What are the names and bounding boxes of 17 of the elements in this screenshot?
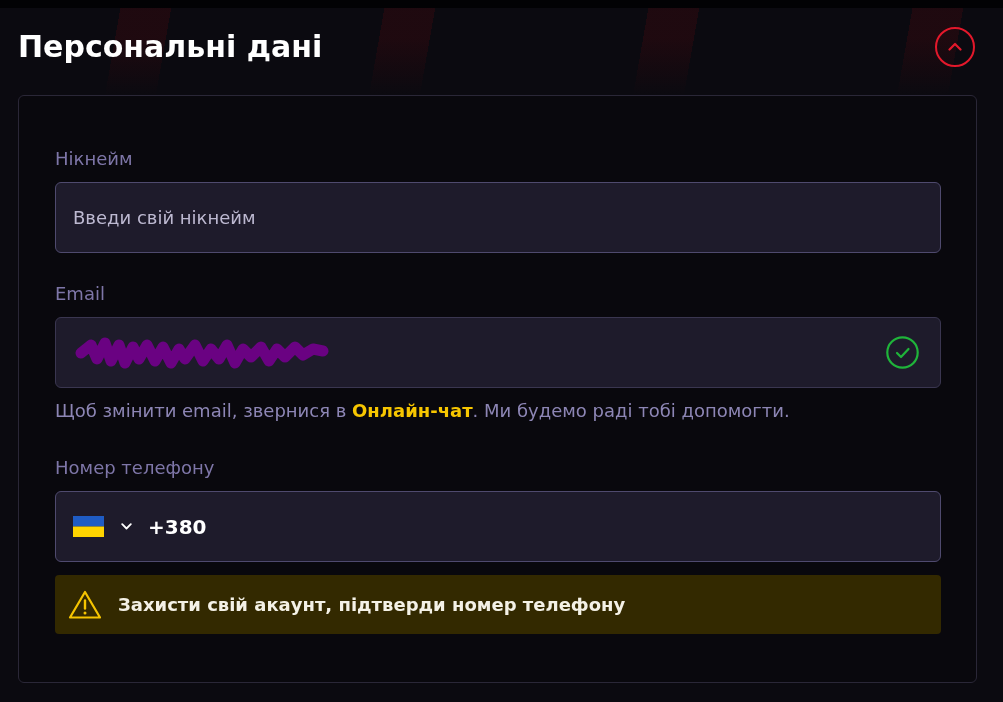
collapse-button[interactable] (935, 26, 975, 67)
warning-icon (68, 589, 102, 620)
email-field[interactable] (55, 317, 941, 388)
field-label: Номер телефону (55, 457, 216, 479)
country-select-button[interactable] (73, 516, 132, 537)
warning-text: Захисти свій акаунт, підтверди номер телефону (118, 594, 626, 615)
section-title: Персональні дані (18, 27, 323, 66)
phone-field[interactable]: +380 (55, 491, 941, 562)
email-hint-text: Щоб змінити email, звернися в Онлайн-чат. Ми будемо раді тобі допомогти. (55, 400, 791, 422)
chevron-up-icon (948, 42, 962, 51)
field-label: Нікнейм (55, 148, 134, 170)
phone-input[interactable]: +380 (148, 514, 208, 539)
nickname-field[interactable]: Введи свій нікнейм (55, 182, 941, 253)
online-chat-link[interactable]: Онлайн-чат (352, 400, 473, 421)
caret-icon (121, 523, 132, 530)
flag-icon (73, 516, 104, 537)
field-label: Email (55, 283, 106, 305)
